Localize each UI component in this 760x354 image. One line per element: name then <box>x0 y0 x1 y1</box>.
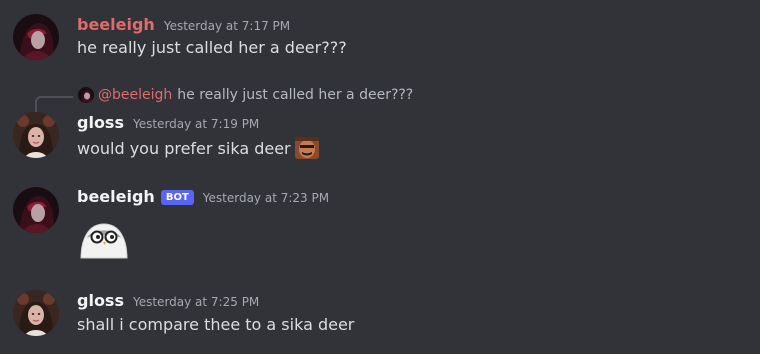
avatar-beeleigh-image <box>13 14 59 60</box>
avatar-gloss[interactable] <box>13 112 59 158</box>
author-name[interactable]: gloss <box>77 113 124 132</box>
avatar-gloss[interactable] <box>13 290 59 336</box>
author-name[interactable]: gloss <box>77 291 124 310</box>
author-name[interactable]: beeleigh <box>77 187 155 206</box>
message-header: beeleigh BOT Yesterday at 7:23 PM <box>77 187 329 207</box>
man-face-emoji-icon[interactable] <box>294 137 319 159</box>
reply-spine <box>35 96 73 112</box>
message-header: gloss Yesterday at 7:19 PM <box>77 113 259 132</box>
reply-avatar <box>78 87 94 103</box>
reply-mention[interactable]: @beeleigh <box>98 87 172 103</box>
bot-badge: BOT <box>160 190 194 205</box>
message-text: shall i compare thee to a sika deer <box>77 315 355 334</box>
message-header: gloss Yesterday at 7:25 PM <box>77 291 259 310</box>
avatar-gloss-image <box>13 290 59 336</box>
avatar-beeleigh[interactable] <box>13 14 59 60</box>
timestamp[interactable]: Yesterday at 7:19 PM <box>133 117 259 131</box>
reply-text: he really just called her a deer??? <box>177 87 414 103</box>
message-body: would you prefer sika deer <box>77 137 319 159</box>
reply-avatar-image <box>78 87 94 103</box>
timestamp[interactable]: Yesterday at 7:23 PM <box>203 191 329 205</box>
message-header: beeleigh Yesterday at 7:17 PM <box>77 15 290 34</box>
timestamp[interactable]: Yesterday at 7:25 PM <box>133 295 259 309</box>
bird-sticker-icon[interactable] <box>77 218 131 260</box>
author-name[interactable]: beeleigh <box>77 15 155 34</box>
message-text: would you prefer sika deer <box>77 138 291 158</box>
message-text: he really just called her a deer??? <box>77 38 347 57</box>
bird-sticker-image <box>80 223 128 259</box>
reply-preview[interactable]: @beeleigh he really just called her a de… <box>78 87 413 103</box>
man-face-emoji-image <box>294 137 319 159</box>
avatar-beeleigh-image <box>13 187 59 233</box>
avatar-gloss-image <box>13 112 59 158</box>
timestamp[interactable]: Yesterday at 7:17 PM <box>164 19 290 33</box>
chat-log: beeleigh Yesterday at 7:17 PM he really … <box>0 0 760 354</box>
avatar-beeleigh[interactable] <box>13 187 59 233</box>
